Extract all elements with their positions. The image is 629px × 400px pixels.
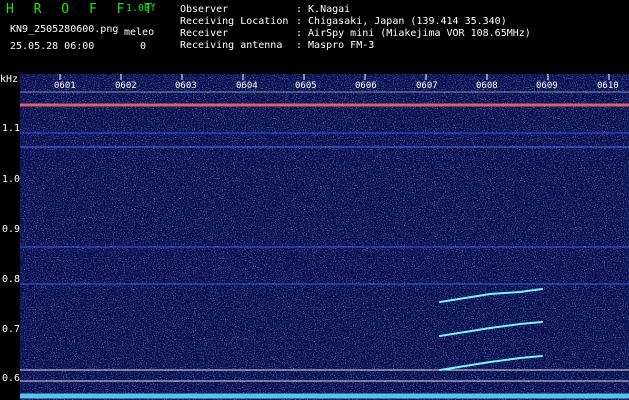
x-tick-0606: 0606 — [355, 81, 377, 91]
receiver-value: : AirSpy mini (Miakejima VOR 108.65MHz) — [296, 28, 531, 39]
noise-texture — [20, 74, 629, 400]
meleo-value: 0 — [140, 41, 147, 52]
x-tick-0608: 0608 — [476, 81, 498, 91]
y-tick-1-0: 1.0 — [2, 174, 21, 185]
filename-label: KN9_2505280600.png — [10, 24, 119, 35]
y-tick-0-9: 0.9 — [2, 224, 21, 235]
antenna-value: : Maspro FM-3 — [296, 40, 375, 51]
version-label: 1.00f — [126, 3, 157, 14]
header-panel: H R O F F T 1.00f KN9_2505280600.png mel… — [0, 0, 629, 74]
meleo-label: meleo — [124, 27, 155, 38]
y-tick-0-8: 0.8 — [2, 274, 21, 285]
location-label: Receiving Location — [180, 16, 289, 27]
x-tick-0609: 0609 — [536, 81, 558, 91]
x-tick-0603: 0603 — [175, 81, 197, 91]
x-tick-0601: 0601 — [54, 81, 76, 91]
x-tick-0604: 0604 — [236, 81, 258, 91]
x-tick-0605: 0605 — [295, 81, 317, 91]
spectrogram-plot: 0601 0602 0603 0604 0605 0606 0607 0608 … — [20, 74, 629, 400]
observer-value: : K.Nagai — [296, 4, 351, 15]
y-tick-1-1: 1.1 — [2, 123, 21, 134]
x-tick-0602: 0602 — [115, 81, 137, 91]
y-tick-0-6: 0.6 — [2, 373, 21, 384]
receiver-label: Receiver — [180, 28, 229, 39]
x-tick-0607: 0607 — [416, 81, 438, 91]
x-tick-0610: 0610 — [597, 81, 619, 91]
observer-label: Observer — [180, 4, 229, 15]
spectrogram-svg — [20, 74, 629, 400]
y-unit-label: kHz — [0, 74, 19, 85]
antenna-label: Receiving antenna — [180, 40, 283, 51]
timestamp-label: 25.05.28 06:00 — [10, 41, 95, 52]
y-tick-0-7: 0.7 — [2, 324, 21, 335]
location-value: : Chigasaki, Japan (139.414 35.340) — [296, 16, 507, 27]
